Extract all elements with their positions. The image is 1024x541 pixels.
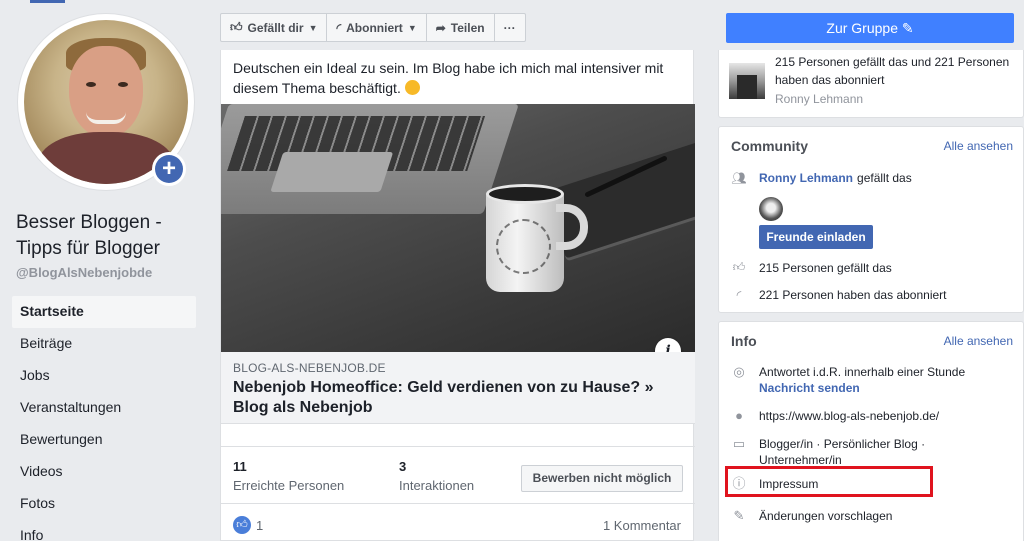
interactions-stat: 3 Interaktionen [399, 459, 474, 493]
website-link[interactable]: https://www.blog-als-nebenjob.de/ [759, 408, 1009, 424]
friend-avatar[interactable] [759, 197, 783, 221]
follow-label: Abonniert [346, 20, 403, 35]
plus-icon: + [155, 155, 183, 183]
chevron-down-icon: ▼ [407, 22, 417, 33]
related-page-owner: Ronny Lehmann [775, 92, 864, 106]
link-domain: BLOG-ALS-NEBENJOB.DE [233, 361, 386, 375]
link-preview[interactable]: BLOG-ALS-NEBENJOB.DE Nebenjob Homeoffice… [221, 352, 695, 424]
related-page-thumbnail[interactable] [729, 63, 765, 99]
likes-count-text: 215 Personen gefällt das [759, 260, 892, 275]
community-see-all-link[interactable]: Alle ansehen [944, 139, 1013, 153]
community-title: Community [731, 138, 808, 154]
friend-likes-suffix: gefällt das [857, 171, 912, 185]
impressum-highlight-box [725, 466, 933, 497]
join-group-label: Zur Gruppe [826, 20, 898, 36]
post-text: Deutschen ein Ideal zu sein. Im Blog hab… [233, 58, 683, 98]
more-options-button[interactable]: ··· [493, 13, 526, 42]
like-page-label: Gefällt dir [247, 20, 304, 35]
suggest-edits-row: ✎ Änderungen vorschlagen [731, 508, 1009, 524]
suggest-edits-link[interactable]: Änderungen vorschlagen [759, 508, 1009, 524]
chevron-down-icon: ▼ [308, 22, 318, 33]
community-card: Community Alle ansehen 👥︎ Ronny Lehmann … [718, 126, 1024, 313]
pencil-icon: ✎ [733, 508, 745, 523]
category-row: ▭ Blogger/in · Persönlicher Blog · Unter… [731, 436, 1009, 468]
join-group-button[interactable]: Zur Gruppe ✎ [726, 13, 1014, 43]
thumbs-up-icon: 👍︎ [732, 260, 746, 274]
category-folder-icon: ▭ [732, 436, 746, 451]
nav-item-bewertungen[interactable]: Bewertungen [12, 424, 196, 456]
related-page-stats: 215 Personen gefällt das und 221 Persone… [775, 55, 1010, 87]
page-action-toolbar: 👍︎ Gefällt dir ▼ ◜ Abonniert ▼ ➦ Teilen … [220, 13, 526, 42]
like-reaction-icon: 👍︎ [233, 516, 251, 534]
top-accent-bar [30, 0, 65, 3]
people-icon: 👥︎ [731, 171, 747, 185]
interactions-label: Interaktionen [399, 478, 475, 493]
likes-count: 1 [256, 517, 264, 533]
info-card: Info Alle ansehen ◎ Antwortet i.d.R. inn… [718, 321, 1024, 541]
left-column: + Besser Bloggen - Tipps für Blogger @Bl… [0, 0, 206, 541]
info-see-all-link[interactable]: Alle ansehen [944, 334, 1013, 348]
nav-item-info[interactable]: Info [12, 520, 196, 541]
more-dots-icon: ··· [503, 20, 516, 35]
invite-friends-button[interactable]: Freunde einladen [759, 225, 873, 249]
like-page-button[interactable]: 👍︎ Gefällt dir ▼ [220, 13, 328, 42]
add-photo-button[interactable]: + [152, 152, 186, 186]
nav-item-videos[interactable]: Videos [12, 456, 196, 488]
post-insights: 11 Erreichte Personen 3 Interaktionen Be… [221, 446, 695, 504]
rss-icon: ◜ [736, 288, 742, 302]
info-title: Info [731, 333, 757, 349]
likes-count-row: 👍︎ 215 Personen gefällt das [731, 260, 892, 275]
follows-count-text: 221 Personen haben das abonniert [759, 288, 947, 302]
reach-label: Erreichte Personen [233, 478, 345, 493]
response-time-text: Antwortet i.d.R. innerhalb einer Stunde [759, 365, 966, 379]
nav-item-fotos[interactable]: Fotos [12, 488, 196, 520]
post-body-text: Deutschen ein Ideal zu sein. Im Blog hab… [233, 60, 664, 96]
nav-item-beitraege[interactable]: Beiträge [12, 328, 196, 360]
link-preview-image[interactable]: i [221, 104, 695, 352]
page-handle[interactable]: @BlogAlsNebenjobde [16, 265, 152, 280]
nav-item-jobs[interactable]: Jobs [12, 360, 196, 392]
follows-count-row: ◜ 221 Personen haben das abonniert [731, 288, 947, 302]
reactions-summary[interactable]: 👍︎ 1 [233, 516, 263, 534]
link-title[interactable]: Nebenjob Homeoffice: Geld verdienen von … [233, 378, 673, 418]
reach-stat: 11 Erreichte Personen [233, 459, 344, 493]
smiley-emoji-icon [404, 80, 420, 95]
share-arrow-icon: ➦ [435, 20, 446, 35]
page-nav: Startseite Beiträge Jobs Veranstaltungen… [12, 296, 196, 541]
info-icon[interactable]: i [655, 338, 681, 352]
share-button[interactable]: ➦ Teilen [425, 13, 495, 42]
follow-button[interactable]: ◜ Abonniert ▼ [326, 13, 427, 42]
friend-likes-row: 👥︎ Ronny Lehmann gefällt das [731, 171, 912, 185]
send-message-link[interactable]: Nachricht senden [759, 381, 860, 395]
thumbs-up-icon: 👍︎ [230, 20, 243, 34]
rss-icon: ◜ [336, 20, 342, 35]
comments-count[interactable]: 1 Kommentar [603, 518, 681, 533]
nav-item-startseite[interactable]: Startseite [12, 296, 196, 328]
page-title: Besser Bloggen - Tipps für Blogger [16, 212, 162, 259]
globe-icon: ● [735, 408, 743, 423]
reach-count: 11 [233, 459, 247, 474]
website-row: ● https://www.blog-als-nebenjob.de/ [731, 408, 1009, 424]
post-card: Deutschen ein Ideal zu sein. Im Blog hab… [220, 50, 695, 541]
pencil-icon: ✎ [901, 20, 914, 36]
related-page-card: 215 Personen gefällt das und 221 Persone… [718, 50, 1024, 118]
category-links[interactable]: Blogger/in · Persönlicher Blog · Unterne… [759, 436, 1009, 468]
interactions-count: 3 [399, 459, 407, 474]
friend-name-link[interactable]: Ronny Lehmann [759, 171, 853, 185]
nav-item-veranstaltungen[interactable]: Veranstaltungen [12, 392, 196, 424]
response-time-row: ◎ Antwortet i.d.R. innerhalb einer Stund… [731, 364, 1009, 396]
messenger-icon: ◎ [733, 364, 745, 379]
share-label: Teilen [450, 20, 485, 35]
boost-disabled-button[interactable]: Bewerben nicht möglich [521, 465, 683, 492]
